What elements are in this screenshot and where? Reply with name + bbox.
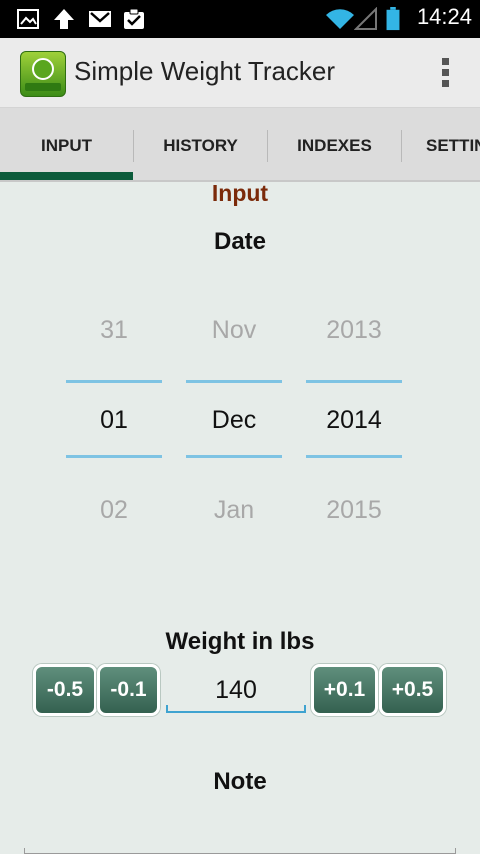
month-next[interactable]: Jan — [186, 496, 282, 525]
weight-input[interactable] — [166, 666, 306, 714]
month-prev[interactable]: Nov — [186, 316, 282, 345]
day-selected[interactable]: 01 — [66, 406, 162, 435]
picker-divider — [186, 380, 282, 383]
tab-settings[interactable]: SETTIN — [402, 108, 480, 180]
day-prev[interactable]: 31 — [66, 316, 162, 345]
date-label: Date — [213, 228, 267, 255]
year-picker[interactable]: 2013 2014 2015 — [306, 300, 402, 540]
clipboard-check-icon — [124, 8, 144, 29]
minus-half-button[interactable]: -0.5 — [33, 664, 97, 716]
month-selected[interactable]: Dec — [186, 406, 282, 435]
battery-icon — [386, 7, 400, 31]
plus-half-button[interactable]: +0.5 — [379, 664, 446, 716]
day-picker[interactable]: 31 01 02 — [66, 300, 162, 540]
section-title: Input — [211, 180, 269, 206]
gmail-icon — [89, 11, 111, 27]
year-selected[interactable]: 2014 — [306, 406, 402, 435]
picker-divider — [306, 380, 402, 383]
minus-tenth-button[interactable]: -0.1 — [97, 664, 160, 716]
picker-divider — [66, 380, 162, 383]
tab-bar: INPUT HISTORY INDEXES SETTIN — [0, 108, 480, 182]
wifi-icon — [326, 9, 354, 29]
app-title: Simple Weight Tracker — [74, 56, 336, 86]
weight-label: Weight in lbs — [165, 628, 315, 655]
overflow-menu-icon[interactable] — [440, 58, 450, 90]
signal-icon — [354, 7, 377, 30]
image-icon — [17, 9, 39, 29]
clock: 14:24 — [416, 4, 472, 29]
active-tab-indicator — [0, 172, 133, 180]
status-bar: 14:24 — [0, 0, 480, 38]
tab-history[interactable]: HISTORY — [134, 108, 267, 180]
day-next[interactable]: 02 — [66, 496, 162, 525]
tab-indexes[interactable]: INDEXES — [268, 108, 401, 180]
year-prev[interactable]: 2013 — [306, 316, 402, 345]
plus-tenth-button[interactable]: +0.1 — [311, 664, 378, 716]
weight-input-underline — [166, 705, 306, 713]
picker-divider — [66, 455, 162, 458]
picker-divider — [306, 455, 402, 458]
picker-divider — [186, 455, 282, 458]
note-label: Note — [213, 768, 267, 795]
upload-icon — [54, 9, 74, 29]
action-bar: Simple Weight Tracker — [0, 38, 480, 108]
weight-scale-app-icon[interactable] — [20, 51, 66, 97]
note-input[interactable] — [24, 838, 456, 854]
year-next[interactable]: 2015 — [306, 496, 402, 525]
tab-input[interactable]: INPUT — [0, 108, 133, 180]
month-picker[interactable]: Nov Dec Jan — [186, 300, 282, 540]
